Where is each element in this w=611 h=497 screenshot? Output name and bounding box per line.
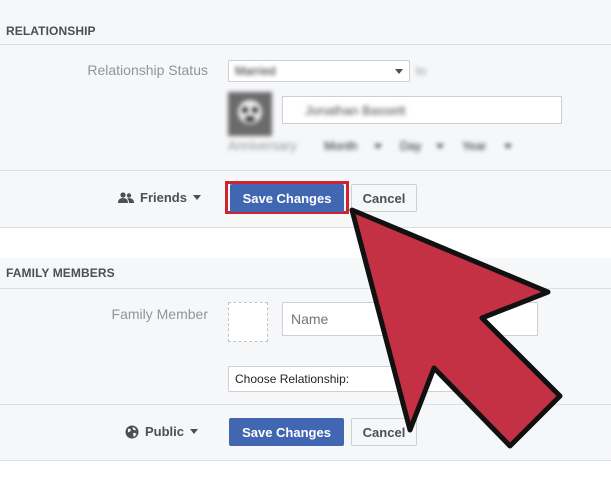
- pointer-arrow-icon: [349, 207, 563, 449]
